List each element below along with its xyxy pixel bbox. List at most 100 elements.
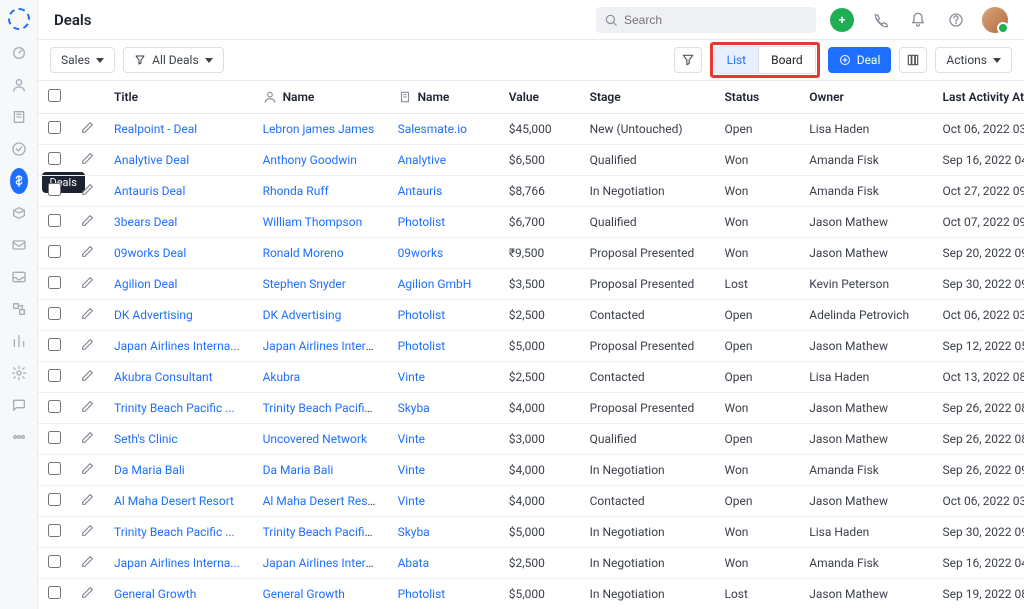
edit-icon[interactable] xyxy=(81,495,94,509)
edit-icon[interactable] xyxy=(81,154,94,168)
select-all-checkbox[interactable] xyxy=(48,89,61,102)
deals-icon[interactable]: Deals xyxy=(10,172,28,190)
contact-link[interactable]: Lebron james James xyxy=(263,122,375,136)
company-link[interactable]: Salesmate.io xyxy=(398,122,467,136)
edit-icon[interactable] xyxy=(81,247,94,261)
deal-title-link[interactable]: Agilion Deal xyxy=(114,277,177,291)
edit-icon[interactable] xyxy=(81,433,94,447)
contact-link[interactable]: William Thompson xyxy=(263,215,363,229)
company-link[interactable]: Skyba xyxy=(398,525,430,539)
contact-link[interactable]: Da Maria Bali xyxy=(263,463,334,477)
company-link[interactable]: Vinte xyxy=(398,370,425,384)
columns-button[interactable] xyxy=(899,47,927,73)
board-view-tab[interactable]: Board xyxy=(758,47,815,73)
contact-link[interactable]: Stephen Snyder xyxy=(263,277,346,291)
deal-title-link[interactable]: Japan Airlines Interna... xyxy=(114,339,240,353)
row-checkbox[interactable] xyxy=(48,214,61,227)
row-checkbox[interactable] xyxy=(48,152,61,165)
company-link[interactable]: Vinte xyxy=(398,432,425,446)
deal-title-link[interactable]: 3bears Deal xyxy=(114,215,177,229)
filter-button[interactable] xyxy=(674,47,702,73)
contact-link[interactable]: Anthony Goodwin xyxy=(263,153,357,167)
edit-icon[interactable] xyxy=(81,185,94,199)
row-checkbox[interactable] xyxy=(48,555,61,568)
chat-icon[interactable] xyxy=(10,396,28,414)
edit-icon[interactable] xyxy=(81,402,94,416)
company-link[interactable]: Vinte xyxy=(398,463,425,477)
contact-link[interactable]: Japan Airlines Interna... xyxy=(263,556,388,570)
company-link[interactable]: Photolist xyxy=(398,308,446,322)
quick-add-button[interactable]: + xyxy=(830,8,854,32)
company-link[interactable]: Agilion GmbH xyxy=(398,277,472,291)
row-checkbox[interactable] xyxy=(48,245,61,258)
inbox-icon[interactable] xyxy=(10,268,28,286)
row-checkbox[interactable] xyxy=(48,400,61,413)
deal-title-link[interactable]: 09works Deal xyxy=(114,246,186,260)
edit-icon[interactable] xyxy=(81,464,94,478)
company-link[interactable]: Vinte xyxy=(398,494,425,508)
edit-icon[interactable] xyxy=(81,588,94,602)
bell-icon[interactable] xyxy=(906,8,930,32)
deal-title-link[interactable]: Trinity Beach Pacific ... xyxy=(114,525,235,539)
row-checkbox[interactable] xyxy=(48,183,61,196)
row-checkbox[interactable] xyxy=(48,276,61,289)
row-checkbox[interactable] xyxy=(48,369,61,382)
row-checkbox[interactable] xyxy=(48,462,61,475)
pipeline-dropdown[interactable]: Sales xyxy=(50,47,115,73)
company-link[interactable]: Photolist xyxy=(398,215,446,229)
products-icon[interactable] xyxy=(10,204,28,222)
deal-title-link[interactable]: Seth's Clinic xyxy=(114,432,178,446)
sequence-icon[interactable] xyxy=(10,300,28,318)
col-stage[interactable]: Stage xyxy=(580,81,715,114)
edit-icon[interactable] xyxy=(81,526,94,540)
row-checkbox[interactable] xyxy=(48,586,61,599)
deal-title-link[interactable]: Antauris Deal xyxy=(114,184,185,198)
dashboard-icon[interactable] xyxy=(10,44,28,62)
col-last-activity[interactable]: Last Activity At xyxy=(933,81,1024,114)
tasks-icon[interactable] xyxy=(10,140,28,158)
edit-icon[interactable] xyxy=(81,371,94,385)
deal-title-link[interactable]: Realpoint - Deal xyxy=(114,122,197,136)
contact-link[interactable]: Ronald Moreno xyxy=(263,246,344,260)
deal-title-link[interactable]: Akubra Consultant xyxy=(114,370,213,384)
edit-icon[interactable] xyxy=(81,216,94,230)
company-link[interactable]: Analytive xyxy=(398,153,447,167)
contact-link[interactable]: Uncovered Network xyxy=(263,432,367,446)
row-checkbox[interactable] xyxy=(48,524,61,537)
contact-link[interactable]: Akubra xyxy=(263,370,301,384)
edit-icon[interactable] xyxy=(81,309,94,323)
company-link[interactable]: Antauris xyxy=(398,184,443,198)
contacts-icon[interactable] xyxy=(10,76,28,94)
row-checkbox[interactable] xyxy=(48,431,61,444)
edit-icon[interactable] xyxy=(81,340,94,354)
company-link[interactable]: Photolist xyxy=(398,339,446,353)
contact-link[interactable]: Japan Airlines Interna... xyxy=(263,339,388,353)
row-checkbox[interactable] xyxy=(48,121,61,134)
deals-table-wrapper[interactable]: Title Name Name Value Stage Status Owner… xyxy=(38,80,1024,609)
col-company[interactable]: Name xyxy=(388,81,499,114)
help-icon[interactable] xyxy=(944,8,968,32)
col-value[interactable]: Value xyxy=(499,81,580,114)
deal-title-link[interactable]: General Growth xyxy=(114,587,196,601)
company-link[interactable]: Skyba xyxy=(398,401,430,415)
edit-icon[interactable] xyxy=(81,557,94,571)
contact-link[interactable]: Trinity Beach Pacific ... xyxy=(263,401,384,415)
company-link[interactable]: Photolist xyxy=(398,587,446,601)
row-checkbox[interactable] xyxy=(48,493,61,506)
contact-link[interactable]: Rhonda Ruff xyxy=(263,184,329,198)
phone-icon[interactable] xyxy=(868,8,892,32)
col-contact[interactable]: Name xyxy=(253,81,388,114)
company-link[interactable]: Abata xyxy=(398,556,430,570)
contact-link[interactable]: Trinity Beach Pacific ... xyxy=(263,525,384,539)
contact-link[interactable]: General Growth xyxy=(263,587,345,601)
search-input[interactable] xyxy=(624,13,808,27)
deal-title-link[interactable]: Trinity Beach Pacific ... xyxy=(114,401,235,415)
row-checkbox[interactable] xyxy=(48,307,61,320)
view-dropdown[interactable]: All Deals xyxy=(123,47,224,73)
reports-icon[interactable] xyxy=(10,332,28,350)
contact-link[interactable]: Al Maha Desert Resort xyxy=(263,494,383,508)
more-icon[interactable] xyxy=(10,428,28,446)
automation-icon[interactable] xyxy=(10,364,28,382)
edit-icon[interactable] xyxy=(81,278,94,292)
deal-title-link[interactable]: Al Maha Desert Resort xyxy=(114,494,234,508)
